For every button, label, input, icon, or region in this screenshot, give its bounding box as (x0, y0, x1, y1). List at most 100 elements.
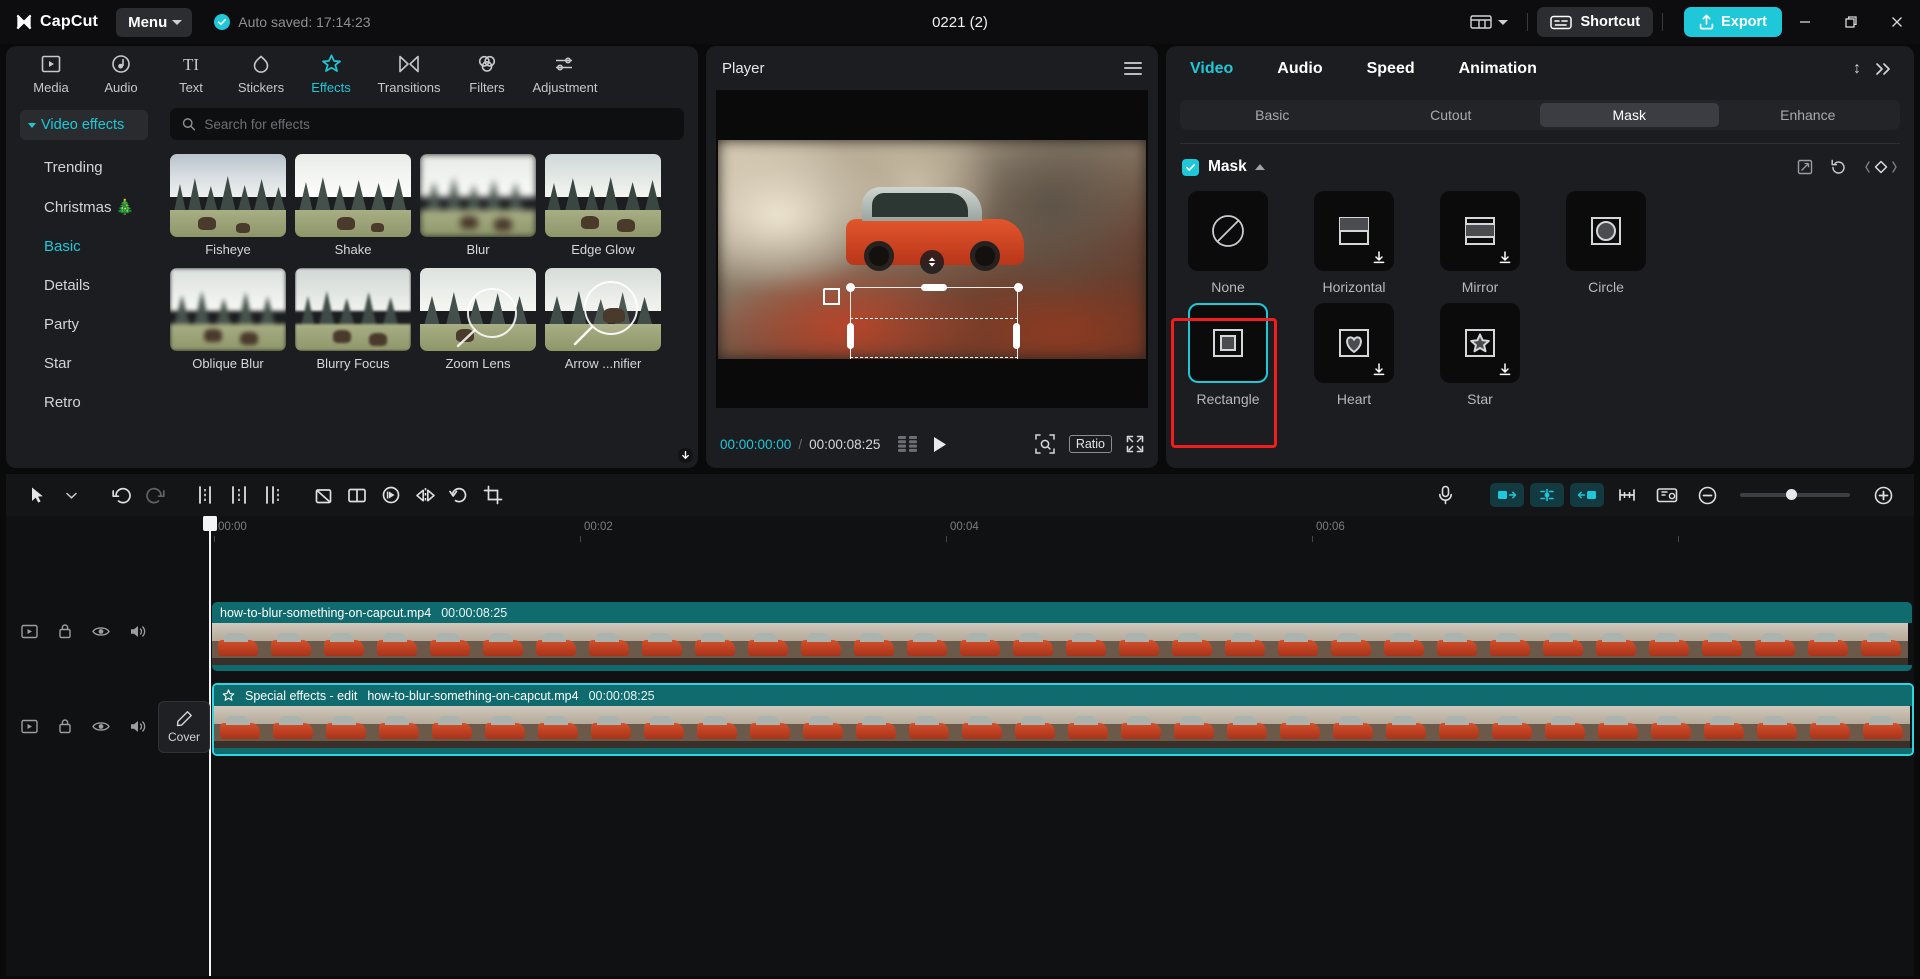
reverse-icon[interactable] (374, 480, 408, 510)
category-item-basic[interactable]: Basic (6, 227, 158, 266)
category-item-party[interactable]: Party (6, 305, 158, 344)
subtab-mask[interactable]: Mask (1540, 103, 1719, 127)
mask-option-circle[interactable]: Circle (1558, 191, 1654, 295)
download-icon[interactable] (1372, 362, 1386, 376)
trim-left-icon[interactable] (222, 480, 256, 510)
link-icon[interactable] (1610, 480, 1644, 510)
tab-adjustment[interactable]: Adjustment (522, 52, 608, 95)
delete-icon[interactable] (306, 480, 340, 510)
handle-top-center[interactable] (921, 284, 947, 291)
download-icon[interactable] (1498, 362, 1512, 376)
tab-speed[interactable]: Speed (1345, 60, 1437, 78)
zoom-out-icon[interactable] (1690, 480, 1724, 510)
eye-icon[interactable] (92, 622, 110, 640)
magnifier-icon[interactable] (1035, 434, 1055, 454)
download-icon[interactable] (1498, 250, 1512, 264)
category-header-video-effects[interactable]: Video effects (20, 110, 148, 140)
download-icon[interactable] (678, 448, 693, 463)
preview-icon[interactable] (1650, 480, 1684, 510)
timeline-clip[interactable]: how-to-blur-something-on-capcut.mp4 00:0… (212, 602, 1912, 671)
keyframe-diamond-icon[interactable] (1864, 159, 1898, 175)
mask-option-star[interactable]: Star (1432, 303, 1528, 407)
ripple-left-icon[interactable] (1490, 483, 1524, 507)
playhead-handle[interactable] (203, 516, 217, 531)
timeline-clip[interactable]: Special effects - edit how-to-blur-somet… (212, 683, 1914, 756)
maximize-button[interactable] (1828, 0, 1874, 44)
tab-effects[interactable]: Effects (296, 52, 366, 95)
tab-audio[interactable]: Audio (86, 52, 156, 95)
category-item-trending[interactable]: Trending (6, 148, 158, 187)
cover-button[interactable]: Cover (158, 701, 210, 753)
volume-icon[interactable] (128, 717, 146, 735)
tab-more-label[interactable]: ↕ (1853, 60, 1861, 78)
split-icon[interactable] (188, 480, 222, 510)
adsorption-icon[interactable] (1530, 483, 1564, 507)
category-item-retro[interactable]: Retro (6, 383, 158, 422)
mask-option-none[interactable]: None (1180, 191, 1276, 295)
zoom-in-icon[interactable] (1866, 480, 1900, 510)
subtab-basic[interactable]: Basic (1183, 103, 1362, 127)
download-icon[interactable] (1372, 250, 1386, 264)
timeline-area[interactable]: 00:00 00:02 00:04 00:06 (6, 516, 1914, 976)
mask-enable-checkbox[interactable] (1182, 159, 1199, 176)
video-preview[interactable] (718, 140, 1146, 359)
effect-card-shake[interactable]: Shake (295, 154, 411, 257)
effect-card-oblique-blur[interactable]: Oblique Blur (170, 268, 286, 371)
chevron-up-icon[interactable] (1255, 164, 1265, 170)
mirror-flip-icon[interactable] (408, 480, 442, 510)
export-button[interactable]: Export (1684, 7, 1782, 37)
hamburger-icon[interactable] (1124, 62, 1142, 75)
ripple-right-icon[interactable] (1570, 483, 1604, 507)
tab-audio[interactable]: Audio (1255, 60, 1344, 78)
fullscreen-icon[interactable] (1126, 435, 1144, 453)
search-effects-bar[interactable] (170, 108, 684, 140)
close-button[interactable] (1874, 0, 1920, 44)
undo-icon[interactable] (104, 480, 138, 510)
dropdown-caret-icon[interactable] (54, 480, 88, 510)
track-icon[interactable] (20, 622, 38, 640)
mask-option-horizontal[interactable]: Horizontal (1306, 191, 1402, 295)
tab-text[interactable]: TI Text (156, 52, 226, 95)
shortcut-button[interactable]: Shortcut (1537, 7, 1653, 37)
category-item-star[interactable]: Star (6, 344, 158, 383)
microphone-icon[interactable] (1428, 480, 1462, 510)
chevron-double-right-icon[interactable] (1875, 62, 1892, 76)
search-input[interactable] (204, 117, 672, 132)
crop-corner-icon[interactable] (823, 288, 840, 305)
tab-filters[interactable]: Filters (452, 52, 522, 95)
tab-video[interactable]: Video (1182, 60, 1255, 78)
handle-right-center[interactable] (1013, 323, 1020, 349)
subtab-enhance[interactable]: Enhance (1719, 103, 1898, 127)
tab-media[interactable]: Media (16, 52, 86, 95)
keyframe-square-icon[interactable] (1797, 159, 1813, 175)
timeline-ruler[interactable]: 00:00 00:02 00:04 00:06 (6, 516, 1914, 544)
minimize-button[interactable] (1782, 0, 1828, 44)
timeline-zoom-slider[interactable] (1740, 493, 1850, 497)
redo-icon[interactable] (138, 480, 172, 510)
effect-card-arrow-magnifier[interactable]: Arrow ...nifier (545, 268, 661, 371)
reset-icon[interactable] (1830, 159, 1847, 176)
play-icon[interactable] (932, 436, 947, 453)
handle-left-center[interactable] (847, 323, 854, 349)
layout-button[interactable] (1460, 14, 1518, 30)
menu-button[interactable]: Menu (116, 8, 192, 37)
effect-card-blur[interactable]: Blur (420, 154, 536, 257)
handle-top-left[interactable] (846, 283, 855, 292)
tab-transitions[interactable]: Transitions (366, 52, 452, 95)
effect-card-zoom-lens[interactable]: Zoom Lens (420, 268, 536, 371)
zoom-slider-handle[interactable] (1786, 489, 1797, 500)
track-icon[interactable] (20, 717, 38, 735)
effect-card-fisheye[interactable]: Fisheye (170, 154, 286, 257)
trim-right-icon[interactable] (256, 480, 290, 510)
tab-animation[interactable]: Animation (1437, 60, 1559, 78)
lock-icon[interactable] (56, 717, 74, 735)
feather-handle[interactable] (920, 250, 944, 274)
freeze-frame-icon[interactable] (340, 480, 374, 510)
mask-rectangle-overlay[interactable] (850, 318, 1018, 358)
frames-icon[interactable] (898, 436, 918, 452)
crop-icon[interactable] (476, 480, 510, 510)
select-arrow-icon[interactable] (20, 480, 54, 510)
eye-icon[interactable] (92, 717, 110, 735)
subtab-cutout[interactable]: Cutout (1362, 103, 1541, 127)
mask-option-heart[interactable]: Heart (1306, 303, 1402, 407)
